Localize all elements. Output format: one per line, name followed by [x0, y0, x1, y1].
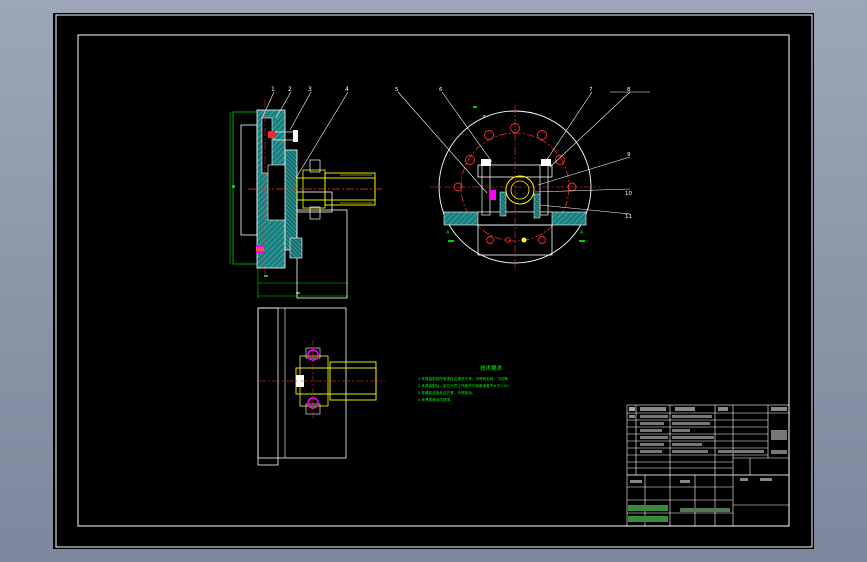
top-view[interactable]: [257, 307, 385, 466]
side-circular-view[interactable]: A A: [430, 105, 600, 270]
balloon-7: 7: [589, 87, 593, 93]
balloon-5: 5: [395, 87, 399, 93]
balloon-3: 3: [308, 86, 312, 93]
balloon-11: 11: [625, 214, 632, 220]
balloon-2: 2: [288, 86, 292, 93]
tech-req-line-2: 2.夹具装配后，定位元件工作面的平面度误差不大于0.02。: [418, 383, 512, 388]
section-mark-left: A: [446, 230, 450, 236]
fixture-assembly-drawing: 1 2 3 4 A A 5 6 7 8 9 10 11 技术要求 1.夹具装配前…: [55, 14, 813, 548]
tech-req-line-4: 4.夹具表面涂防锈漆。: [418, 397, 454, 402]
technical-requirements: 技术要求 1.夹具装配前所有零件应清洗干净，不得有毛刺、飞边等。 2.夹具装配后…: [418, 364, 512, 402]
front-view-balloons: 1 2 3 4: [271, 86, 349, 93]
side-view-balloons: 5 6 7 8 9 10 11: [395, 87, 632, 220]
tech-req-line-1: 1.夹具装配前所有零件应清洗干净，不得有毛刺、飞边等。: [418, 376, 511, 381]
balloon-8: 8: [627, 87, 631, 93]
balloon-10: 10: [625, 191, 632, 197]
balloon-9: 9: [627, 152, 631, 158]
tech-req-line-3: 3.各螺纹连接处应拧紧，不得松动。: [418, 390, 475, 395]
side-view-leaders: [397, 91, 650, 215]
drawing-frame: [55, 14, 813, 548]
balloon-1: 1: [271, 86, 275, 93]
front-section-view[interactable]: [229, 100, 382, 299]
section-mark-right: A: [580, 230, 584, 236]
tech-req-title: 技术要求: [480, 364, 503, 372]
balloon-4: 4: [345, 86, 349, 93]
balloon-6: 6: [439, 87, 443, 93]
